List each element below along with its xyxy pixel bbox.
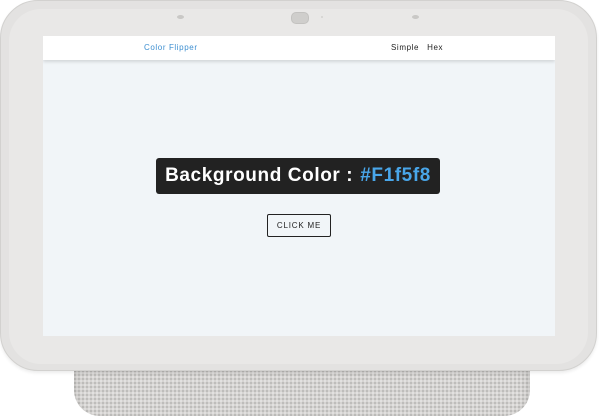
brand-link[interactable]: Color Flipper: [144, 43, 198, 52]
click-me-button[interactable]: CLICK ME: [267, 214, 331, 237]
color-value: #F1f5f8: [360, 165, 431, 186]
color-display: Background Color : #F1f5f8: [156, 158, 440, 194]
color-label: Background Color :: [165, 165, 354, 186]
left-sensor-icon: [177, 15, 184, 19]
nav-link-hex[interactable]: Hex: [427, 43, 443, 52]
right-sensor-icon: [412, 15, 419, 19]
camera-icon: [291, 12, 309, 24]
nav-links: Simple Hex: [391, 43, 443, 52]
screen: Color Flipper Simple Hex Background Colo…: [43, 36, 555, 336]
light-sensor-icon: [321, 16, 323, 18]
stage: Color Flipper Simple Hex Background Colo…: [0, 0, 599, 416]
nav-link-simple[interactable]: Simple: [391, 43, 419, 52]
navbar: Color Flipper Simple Hex: [43, 36, 555, 60]
